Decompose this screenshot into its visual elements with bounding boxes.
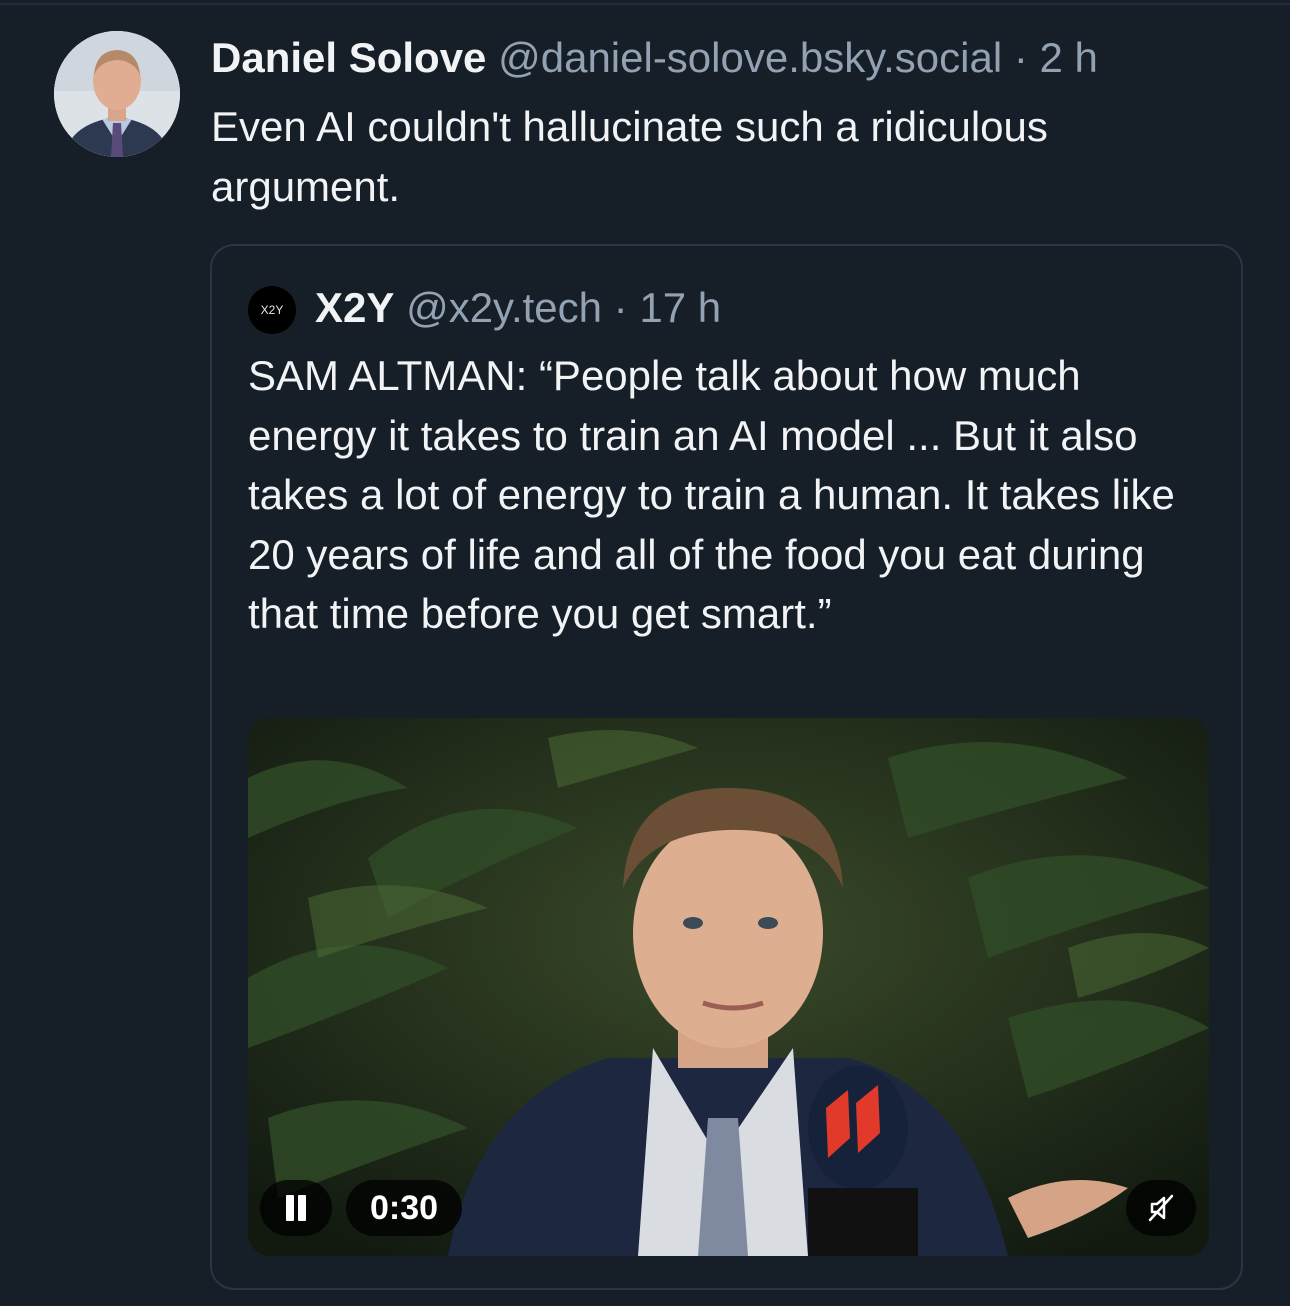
video-timestamp: 0:30	[346, 1180, 462, 1236]
separator-dot: ·	[613, 284, 628, 331]
video-player[interactable]: 0:30	[248, 718, 1209, 1256]
divider	[0, 3, 1290, 5]
quoted-author-handle[interactable]: @x2y.tech	[406, 284, 602, 331]
author-name[interactable]: Daniel Solove	[211, 34, 486, 81]
post-header: Daniel Solove @daniel-solove.bsky.social…	[211, 32, 1098, 84]
post-timestamp[interactable]: 2 h	[1040, 34, 1098, 81]
unmute-button[interactable]	[1126, 1180, 1196, 1236]
author-avatar[interactable]	[54, 31, 180, 157]
quoted-post-text: SAM ALTMAN: “People talk about how much …	[248, 352, 1175, 637]
post-text: Even AI couldn't hallucinate such a ridi…	[211, 103, 1048, 210]
quoted-post-header: X2Y @x2y.tech · 17 h	[315, 282, 721, 334]
quoted-author-avatar[interactable]: X2Y	[248, 286, 296, 334]
separator-dot: ·	[1013, 34, 1028, 81]
quoted-author-name[interactable]: X2Y	[315, 284, 394, 331]
muted-speaker-icon	[1148, 1194, 1174, 1222]
pause-button[interactable]	[260, 1180, 332, 1236]
author-handle[interactable]: @daniel-solove.bsky.social	[498, 34, 1002, 81]
post[interactable]: Daniel Solove @daniel-solove.bsky.social…	[0, 0, 1290, 1306]
video-frame	[248, 718, 1209, 1256]
quoted-post-timestamp[interactable]: 17 h	[639, 284, 721, 331]
pause-icon	[284, 1195, 308, 1221]
quoted-post-card[interactable]: X2Y X2Y @x2y.tech · 17 h SAM ALTMAN: “Pe…	[210, 244, 1243, 1290]
